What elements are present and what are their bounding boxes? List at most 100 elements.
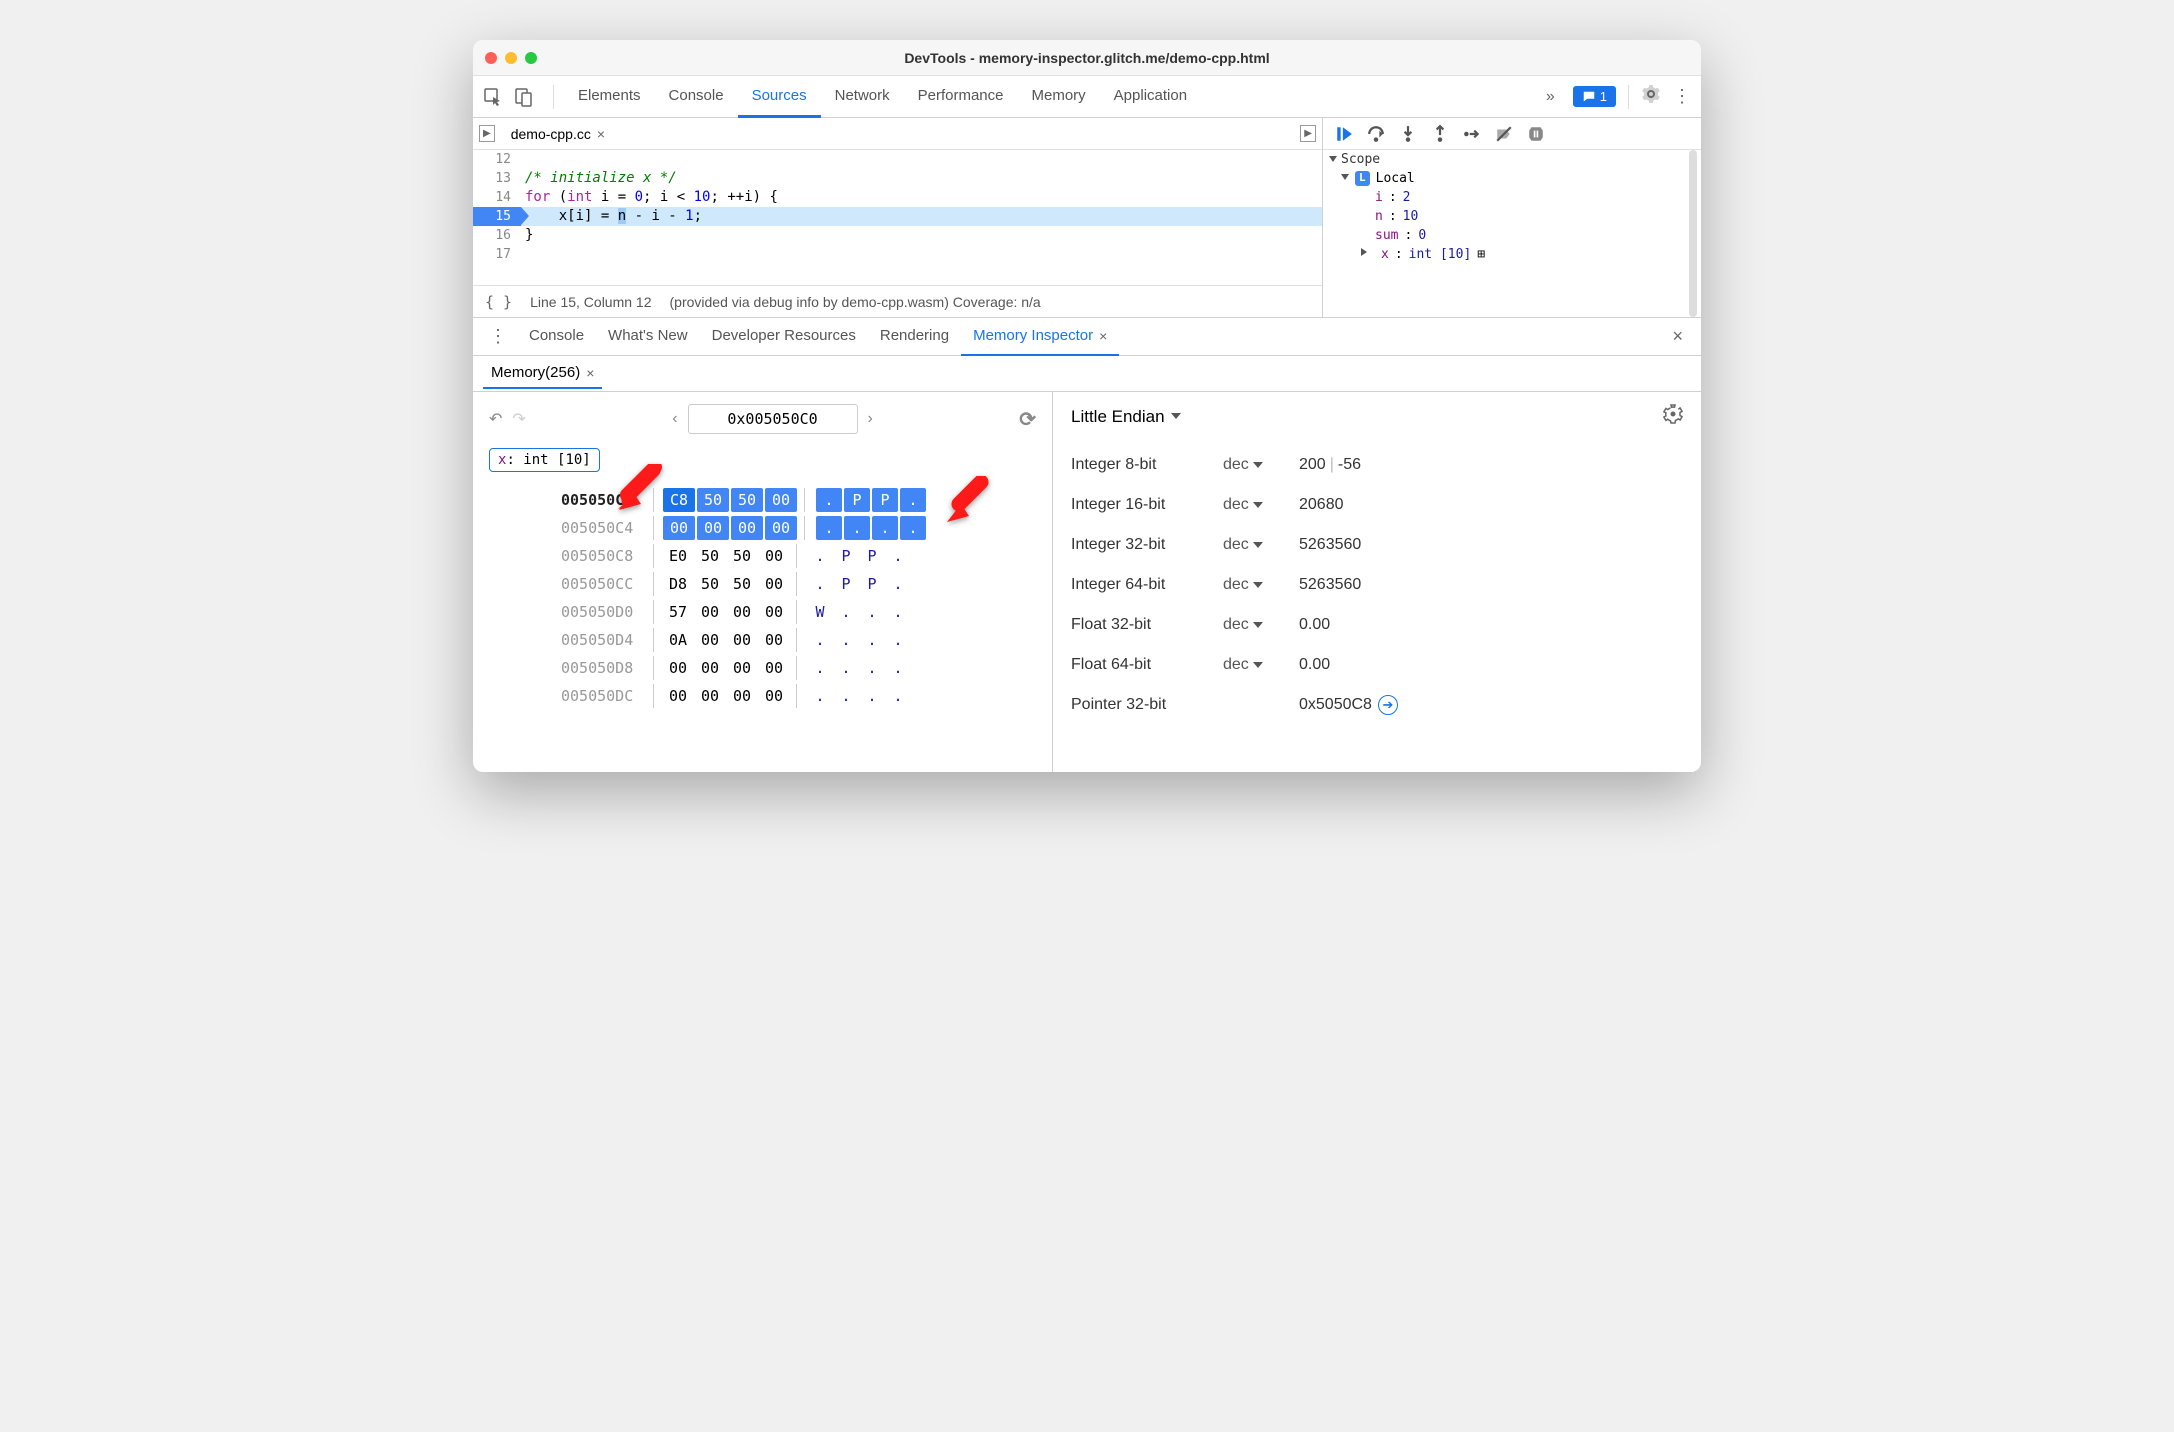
hex-ascii-char[interactable]: . [859, 628, 885, 652]
hex-byte[interactable]: 00 [694, 656, 726, 680]
prev-page-icon[interactable]: ‹ [672, 410, 677, 428]
code-line[interactable]: 16} [473, 226, 1322, 245]
more-tabs-icon[interactable]: » [1540, 88, 1561, 106]
scope-variable[interactable]: sum: 0 [1323, 226, 1701, 245]
memory-tab[interactable]: Memory(256) × [483, 358, 602, 389]
hex-byte[interactable]: 50 [731, 488, 763, 512]
hex-byte[interactable]: E0 [662, 544, 694, 568]
hex-byte[interactable]: 00 [726, 628, 758, 652]
hex-ascii-char[interactable]: . [859, 656, 885, 680]
line-number[interactable]: 16 [473, 226, 521, 245]
hex-ascii-char[interactable]: . [816, 516, 842, 540]
code-editor[interactable]: 1213/* initialize x */14for (int i = 0; … [473, 150, 1322, 285]
format-selector[interactable]: dec [1223, 536, 1299, 554]
hex-ascii-char[interactable]: P [872, 488, 898, 512]
scope-variable[interactable]: i: 2 [1323, 188, 1701, 207]
device-toolbar-icon[interactable] [513, 87, 533, 107]
hex-byte[interactable]: 00 [758, 628, 790, 652]
close-icon[interactable]: × [586, 365, 594, 381]
endian-selector[interactable]: Little Endian [1071, 407, 1181, 427]
format-selector[interactable]: dec [1223, 576, 1299, 594]
hex-byte[interactable]: 00 [694, 684, 726, 708]
hex-ascii-char[interactable]: . [885, 684, 911, 708]
format-selector[interactable]: dec [1223, 616, 1299, 634]
hex-byte[interactable]: 00 [758, 572, 790, 596]
line-number[interactable]: 12 [473, 150, 521, 169]
code-line[interactable]: 14for (int i = 0; i < 10; ++i) { [473, 188, 1322, 207]
hex-row[interactable]: 005050D057000000W... [561, 598, 1044, 626]
hex-byte[interactable]: C8 [663, 488, 695, 512]
minimize-window-button[interactable] [505, 52, 517, 64]
hex-byte[interactable]: 0A [662, 628, 694, 652]
file-tab[interactable]: demo-cpp.cc × [505, 122, 611, 146]
pretty-print-icon[interactable]: { } [485, 293, 512, 311]
hex-ascii-char[interactable]: . [885, 572, 911, 596]
step-icon[interactable] [1463, 125, 1481, 143]
hex-ascii-char[interactable]: P [859, 544, 885, 568]
hex-ascii-char[interactable]: . [885, 600, 911, 624]
tab-performance[interactable]: Performance [904, 76, 1018, 118]
hex-ascii-char[interactable]: . [885, 544, 911, 568]
hex-ascii-char[interactable]: . [833, 684, 859, 708]
step-out-icon[interactable] [1431, 125, 1449, 143]
hex-byte[interactable]: 00 [662, 656, 694, 680]
resume-icon[interactable] [1335, 125, 1353, 143]
hex-ascii-char[interactable]: . [885, 656, 911, 680]
hex-ascii-char[interactable]: . [872, 516, 898, 540]
drawer-tab-memory-inspector[interactable]: Memory Inspector× [961, 318, 1119, 356]
hex-byte[interactable]: 00 [758, 544, 790, 568]
hex-ascii-char[interactable]: . [859, 600, 885, 624]
code-line[interactable]: 13/* initialize x */ [473, 169, 1322, 188]
code-line[interactable]: 15 x[i] = n - i - 1; [473, 207, 1322, 226]
hex-byte[interactable]: 00 [697, 516, 729, 540]
hex-byte[interactable]: 00 [765, 516, 797, 540]
hex-ascii-char[interactable]: . [833, 600, 859, 624]
hex-byte[interactable]: 00 [758, 656, 790, 680]
hex-ascii-char[interactable]: . [807, 544, 833, 568]
deactivate-breakpoints-icon[interactable] [1495, 125, 1513, 143]
hex-byte[interactable]: 00 [726, 656, 758, 680]
tab-console[interactable]: Console [655, 76, 738, 118]
drawer-tab-rendering[interactable]: Rendering [868, 318, 961, 356]
pause-on-exceptions-icon[interactable] [1527, 125, 1545, 143]
hex-ascii-char[interactable]: . [900, 516, 926, 540]
settings-icon[interactable] [1641, 84, 1661, 109]
drawer-tab-what-s-new[interactable]: What's New [596, 318, 700, 356]
hex-byte[interactable]: 00 [662, 684, 694, 708]
format-selector[interactable]: dec [1223, 496, 1299, 514]
refresh-icon[interactable]: ⟳ [1019, 407, 1036, 432]
hex-byte[interactable]: 00 [694, 600, 726, 624]
hex-byte[interactable]: 50 [697, 488, 729, 512]
next-page-icon[interactable]: › [868, 410, 873, 428]
hex-byte[interactable]: 50 [694, 544, 726, 568]
hex-ascii-char[interactable]: . [807, 572, 833, 596]
hex-ascii-char[interactable]: P [844, 488, 870, 512]
scope-variable[interactable]: n: 10 [1323, 207, 1701, 226]
step-over-icon[interactable] [1367, 125, 1385, 143]
line-number[interactable]: 14 [473, 188, 521, 207]
line-number[interactable]: 15 [473, 207, 521, 226]
hex-byte[interactable]: 50 [726, 572, 758, 596]
hex-byte[interactable]: 00 [726, 600, 758, 624]
wasm-link[interactable]: demo-cpp.wasm [842, 294, 945, 310]
close-window-button[interactable] [485, 52, 497, 64]
hex-ascii-char[interactable]: . [859, 684, 885, 708]
scope-header[interactable]: Scope [1323, 150, 1701, 169]
hex-byte[interactable]: 00 [758, 684, 790, 708]
line-number[interactable]: 17 [473, 245, 521, 264]
kebab-menu-icon[interactable]: ⋮ [1673, 86, 1691, 107]
hex-ascii-char[interactable]: . [844, 516, 870, 540]
hex-row[interactable]: 005050CCD8505000.PP. [561, 570, 1044, 598]
maximize-window-button[interactable] [525, 52, 537, 64]
hex-ascii-char[interactable]: P [833, 572, 859, 596]
scope-local[interactable]: LLocal [1323, 169, 1701, 188]
hex-ascii-char[interactable]: W [807, 600, 833, 624]
hex-ascii-char[interactable]: . [807, 628, 833, 652]
hex-ascii-char[interactable]: . [885, 628, 911, 652]
tab-application[interactable]: Application [1100, 76, 1201, 118]
hex-ascii-char[interactable]: P [833, 544, 859, 568]
code-line[interactable]: 12 [473, 150, 1322, 169]
hex-ascii-char[interactable]: . [816, 488, 842, 512]
reveal-in-memory-icon[interactable]: ⊞ [1477, 247, 1485, 262]
hex-byte[interactable]: 00 [694, 628, 726, 652]
